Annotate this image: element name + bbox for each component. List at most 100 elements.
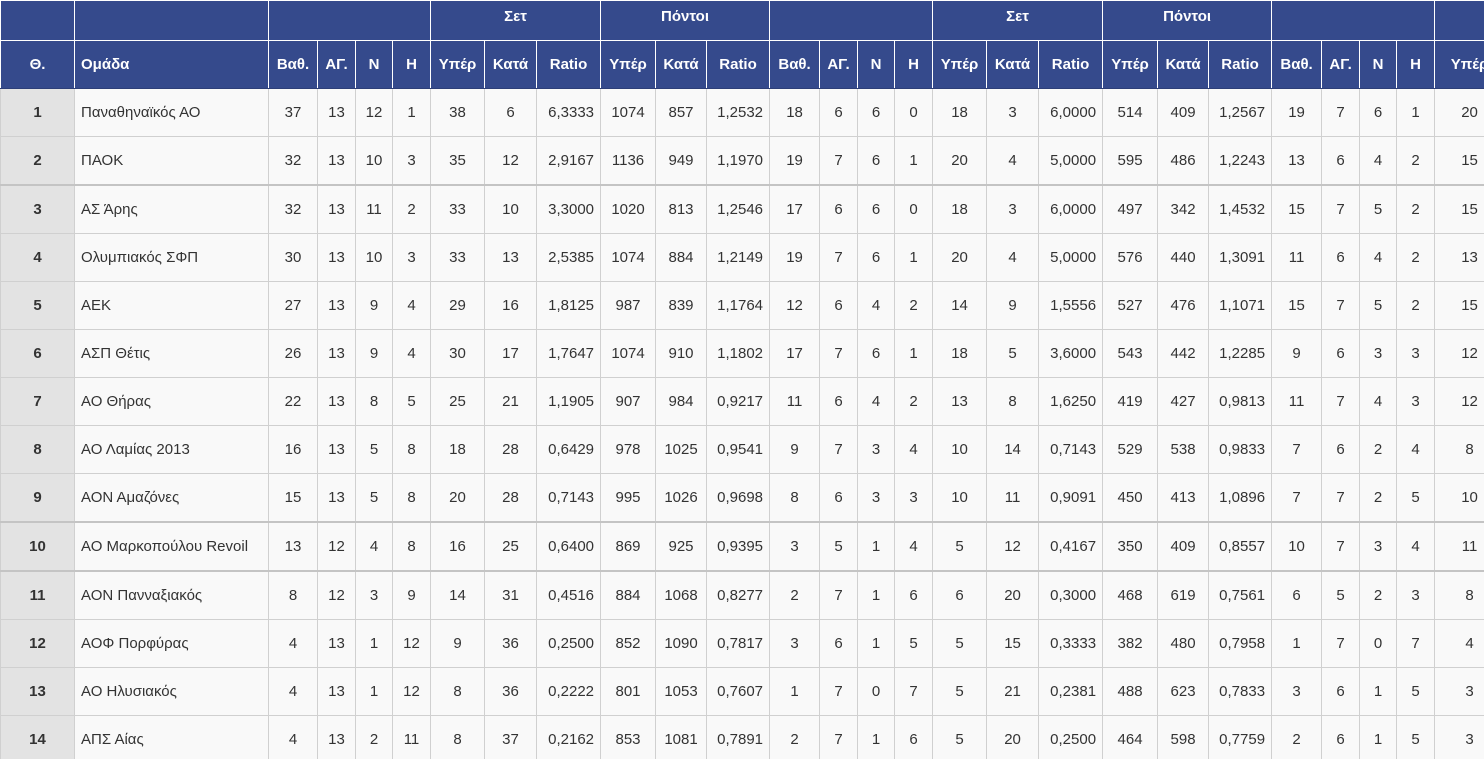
column-header-sets-ratio[interactable]: Ratio bbox=[535, 40, 602, 89]
cell-home-points: 2 bbox=[769, 570, 821, 620]
standings-table: Σετ Πόντοι Σετ Πόντοι Θ. Ομάδα Βαθ. ΑΓ. Ν Η Υπέρ Κ… bbox=[0, 0, 1484, 759]
column-header-wins[interactable]: Ν bbox=[355, 40, 393, 89]
cell-home-sets-against: 3 bbox=[986, 184, 1040, 234]
column-header-home-points-for[interactable]: Υπέρ bbox=[1102, 40, 1159, 89]
column-header-home-points-ratio[interactable]: Ratio bbox=[1208, 40, 1273, 89]
cell-sets-against: 10 bbox=[484, 184, 537, 234]
cell-away-losses: 5 bbox=[1396, 667, 1436, 716]
column-header-away-points[interactable]: Βαθ. bbox=[1271, 40, 1323, 89]
cell-home-losses: 4 bbox=[894, 425, 934, 474]
cell-sets-ratio: 0,6400 bbox=[535, 521, 602, 572]
cell-away-points: 1 bbox=[1271, 619, 1323, 668]
cell-sets-ratio: 0,4516 bbox=[535, 570, 602, 620]
cell-home-sets-against: 14 bbox=[986, 425, 1040, 474]
column-header-points-against[interactable]: Κατά bbox=[655, 40, 708, 89]
column-header-away-losses[interactable]: Η bbox=[1396, 40, 1436, 89]
cell-home-points-for: 450 bbox=[1102, 473, 1159, 523]
cell-away-wins: 2 bbox=[1359, 425, 1398, 474]
column-header-home-points[interactable]: Βαθ. bbox=[769, 40, 821, 89]
column-header-points-for[interactable]: Υπέρ bbox=[600, 40, 657, 89]
column-header-home-wins[interactable]: Ν bbox=[857, 40, 896, 89]
cell-home-sets-ratio: 1,6250 bbox=[1038, 377, 1104, 426]
column-header-away-played[interactable]: ΑΓ. bbox=[1321, 40, 1361, 89]
cell-away-points: 10 bbox=[1271, 521, 1323, 572]
cell-home-losses: 2 bbox=[894, 377, 934, 426]
cell-home-points: 19 bbox=[769, 136, 821, 186]
column-header-away-sets-for[interactable]: Υπέρ bbox=[1434, 40, 1484, 89]
cell-away-points: 11 bbox=[1271, 233, 1323, 282]
cell-home-points: 3 bbox=[769, 619, 821, 668]
cell-rank: 13 bbox=[0, 667, 75, 716]
cell-away-points: 2 bbox=[1271, 715, 1323, 759]
cell-sets-for: 8 bbox=[430, 715, 485, 759]
column-header-home-points-against[interactable]: Κατά bbox=[1157, 40, 1210, 89]
cell-points-for: 1136 bbox=[600, 136, 657, 186]
cell-home-losses: 6 bbox=[894, 570, 934, 620]
cell-home-sets-against: 5 bbox=[986, 329, 1040, 378]
column-header-home-sets-against[interactable]: Κατά bbox=[986, 40, 1040, 89]
cell-home-sets-for: 20 bbox=[932, 136, 988, 186]
cell-played: 13 bbox=[317, 184, 356, 234]
cell-sets-against: 28 bbox=[484, 425, 537, 474]
cell-sets-against: 21 bbox=[484, 377, 537, 426]
cell-home-points-for: 595 bbox=[1102, 136, 1159, 186]
cell-points-ratio: 1,2532 bbox=[706, 88, 771, 137]
column-header-sets-against[interactable]: Κατά bbox=[484, 40, 537, 89]
cell-away-sets-for: 8 bbox=[1434, 425, 1484, 474]
cell-points-for: 978 bbox=[600, 425, 657, 474]
cell-home-wins: 6 bbox=[857, 184, 896, 234]
table-row: 3 ΑΣ Άρης 32 13 11 2 33 10 3,3000 1020 813 1,2546 17… bbox=[0, 184, 1484, 234]
cell-home-sets-for: 5 bbox=[932, 667, 988, 716]
table-row: 8 ΑΟ Λαμίας 2013 16 13 5 8 18 28 0,6429 978 1025 0,… bbox=[0, 425, 1484, 474]
cell-sets-for: 25 bbox=[430, 377, 485, 426]
cell-home-points: 17 bbox=[769, 184, 821, 234]
standings-table-container[interactable]: Σετ Πόντοι Σετ Πόντοι Θ. Ομάδα Βαθ. ΑΓ. Ν Η Υπέρ Κ… bbox=[0, 0, 1484, 759]
cell-home-sets-for: 13 bbox=[932, 377, 988, 426]
cell-losses: 12 bbox=[392, 667, 431, 716]
cell-away-wins: 1 bbox=[1359, 715, 1398, 759]
column-header-points-ratio[interactable]: Ratio bbox=[706, 40, 771, 89]
cell-points: 32 bbox=[268, 184, 318, 234]
cell-home-points-against: 409 bbox=[1157, 521, 1210, 572]
cell-sets-against: 13 bbox=[484, 233, 537, 282]
cell-played: 13 bbox=[317, 425, 356, 474]
column-header-home-losses[interactable]: Η bbox=[894, 40, 934, 89]
column-header-home-sets-for[interactable]: Υπέρ bbox=[932, 40, 988, 89]
cell-home-played: 6 bbox=[819, 281, 859, 330]
column-header-rank[interactable]: Θ. bbox=[0, 40, 75, 89]
table-row: 1 Παναθηναϊκός ΑΟ 37 13 12 1 38 6 6,3333 1074 857 1… bbox=[0, 88, 1484, 137]
column-header-losses[interactable]: Η bbox=[392, 40, 431, 89]
cell-rank: 5 bbox=[0, 281, 75, 330]
cell-points-against: 884 bbox=[655, 233, 708, 282]
cell-away-played: 6 bbox=[1321, 329, 1361, 378]
cell-home-points-against: 409 bbox=[1157, 88, 1210, 137]
column-header-away-wins[interactable]: Ν bbox=[1359, 40, 1398, 89]
column-header-points[interactable]: Βαθ. bbox=[268, 40, 318, 89]
cell-losses: 5 bbox=[392, 377, 431, 426]
cell-rank: 14 bbox=[0, 715, 75, 759]
cell-home-points: 3 bbox=[769, 521, 821, 572]
cell-points: 4 bbox=[268, 667, 318, 716]
cell-home-sets-ratio: 6,0000 bbox=[1038, 88, 1104, 137]
cell-home-points-for: 419 bbox=[1102, 377, 1159, 426]
column-header-home-sets-ratio[interactable]: Ratio bbox=[1038, 40, 1104, 89]
column-header-home-played[interactable]: ΑΓ. bbox=[819, 40, 859, 89]
cell-sets-ratio: 1,8125 bbox=[535, 281, 602, 330]
cell-played: 13 bbox=[317, 281, 356, 330]
column-header-sets-for[interactable]: Υπέρ bbox=[430, 40, 485, 89]
cell-home-sets-for: 10 bbox=[932, 473, 988, 523]
cell-losses: 2 bbox=[392, 184, 431, 234]
cell-home-points: 9 bbox=[769, 425, 821, 474]
cell-points-against: 1081 bbox=[655, 715, 708, 759]
column-header-played[interactable]: ΑΓ. bbox=[317, 40, 356, 89]
cell-wins: 10 bbox=[355, 136, 393, 186]
cell-away-points: 3 bbox=[1271, 667, 1323, 716]
cell-home-wins: 1 bbox=[857, 619, 896, 668]
cell-rank: 1 bbox=[0, 88, 75, 137]
cell-points-for: 1074 bbox=[600, 329, 657, 378]
cell-home-sets-against: 12 bbox=[986, 521, 1040, 572]
column-header-team[interactable]: Ομάδα bbox=[74, 40, 269, 89]
cell-sets-against: 16 bbox=[484, 281, 537, 330]
cell-away-sets-for: 12 bbox=[1434, 329, 1484, 378]
team-name-cell: ΑΟ Θήρας bbox=[74, 377, 269, 426]
